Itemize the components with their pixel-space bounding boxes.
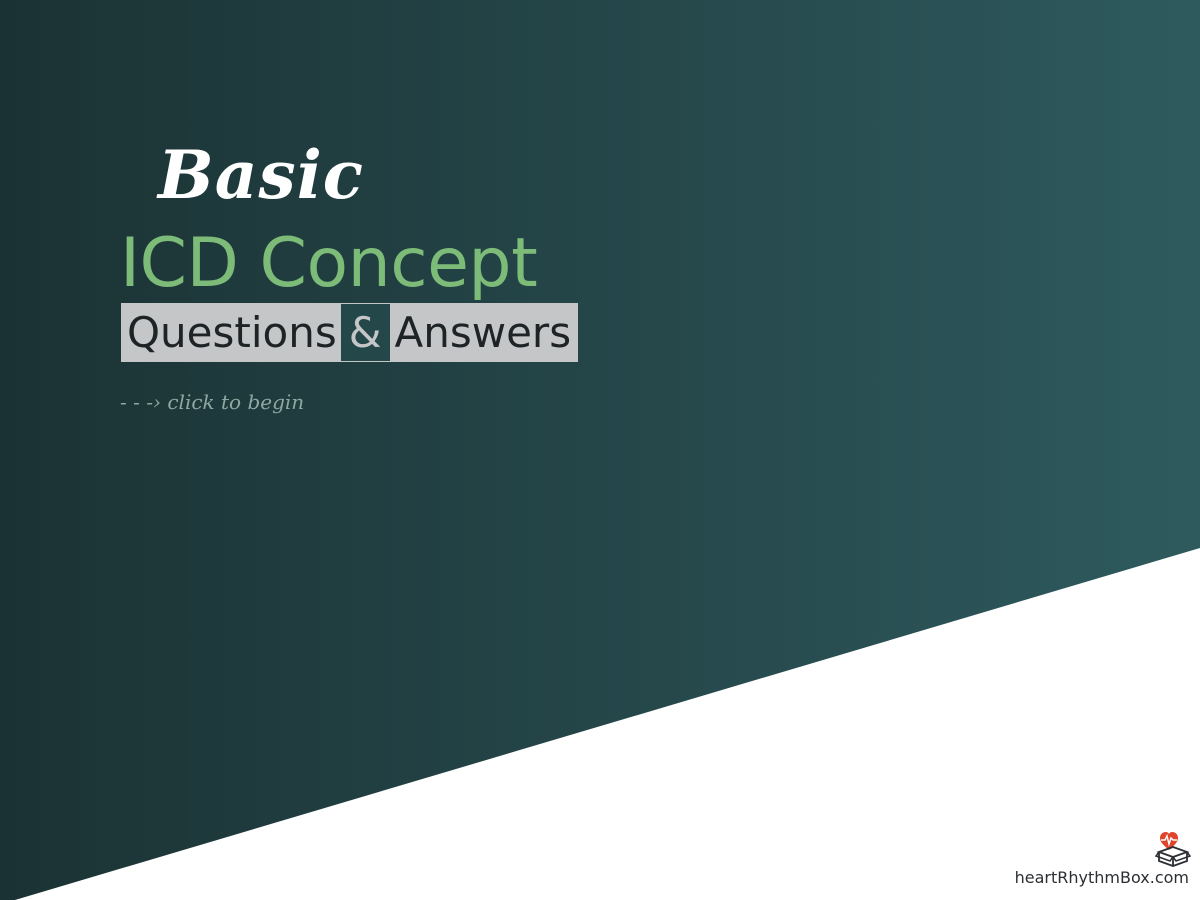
heart-rhythm-box-logo-icon xyxy=(1155,832,1191,867)
site-url[interactable]: heartRhythmBox.com xyxy=(1015,866,1189,890)
click-to-begin-link[interactable]: - - -› click to begin xyxy=(120,386,304,418)
page-title: ICD Concept xyxy=(120,224,538,303)
subtitle-ampersand: & xyxy=(340,304,390,361)
subtitle-box: Questions & Answers xyxy=(121,303,579,362)
title-slide[interactable]: Basic ICD Concept Questions & Answers - … xyxy=(0,0,1200,900)
title-script-word: Basic xyxy=(158,136,364,214)
subtitle-answers: Answers xyxy=(394,308,572,357)
subtitle-questions: Questions xyxy=(127,308,337,357)
